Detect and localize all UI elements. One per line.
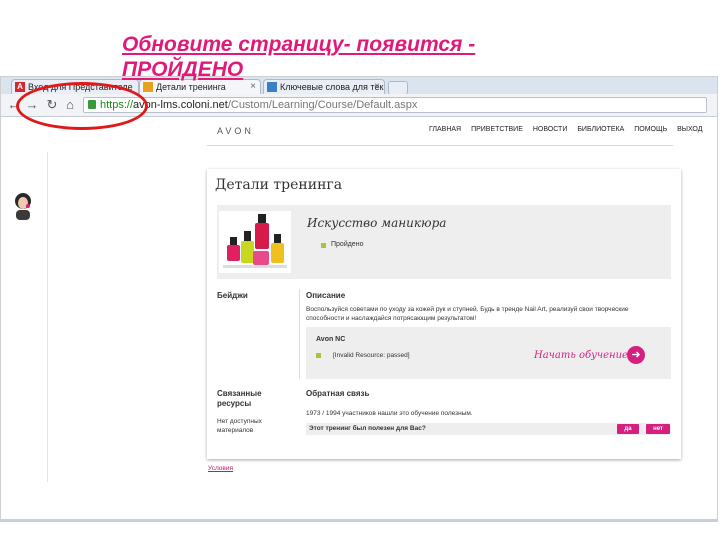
description-heading: Описание [306, 291, 346, 300]
nav-help[interactable]: ПОМОЩЬ [634, 126, 667, 133]
yes-button[interactable]: да [617, 424, 639, 434]
tab-label: Ключевые слова для тек [280, 82, 384, 92]
web-page: AVON ГЛАВНАЯ ПРИВЕТСТВИЕ НОВОСТИ БИБЛИОТ… [1, 117, 717, 519]
close-icon[interactable]: × [250, 80, 256, 94]
tab-label: Вход для Представителе [28, 82, 133, 92]
lock-icon [88, 100, 96, 109]
browser-screenshot: A Вход для Представителе Детали тренинга… [0, 76, 718, 522]
nail-polish-image [219, 211, 291, 273]
forward-arrow-icon[interactable]: → [23, 96, 41, 114]
arrow-right-circle-icon[interactable]: ➜ [627, 346, 645, 364]
url-host: avon-lms.coloni.net [133, 99, 228, 111]
module-title: Avon NC [316, 336, 346, 343]
course-title: Искусство маникюра [307, 216, 447, 230]
nav-home[interactable]: ГЛАВНАЯ [429, 126, 461, 133]
nav-welcome[interactable]: ПРИВЕТСТВИЕ [471, 126, 523, 133]
avon-logo: AVON [217, 126, 254, 136]
url-scheme: https:// [100, 99, 134, 111]
course-details-card: Детали тренинга Искусство маникюра Пройд… [207, 169, 681, 459]
annotation-title: Обновите страницу- появится - ПРОЙДЕНО [122, 33, 476, 81]
badges-heading: Бейджи [217, 291, 248, 300]
back-arrow-icon[interactable]: ← [5, 96, 23, 114]
course-summary-panel: Искусство маникюра Пройдено [217, 205, 671, 279]
related-resources-empty: Нет доступных материалов [217, 418, 262, 434]
status-dot-icon [321, 243, 326, 248]
new-tab-button[interactable] [388, 81, 408, 95]
top-navigation: ГЛАВНАЯ ПРИВЕТСТВИЕ НОВОСТИ БИБЛИОТЕКА П… [429, 126, 710, 133]
tab-login[interactable]: A Вход для Представителе [11, 79, 139, 94]
left-side-panel [1, 152, 48, 482]
page-title: Детали тренинга [215, 177, 343, 193]
avatar [15, 193, 31, 220]
no-button[interactable]: нет [646, 424, 670, 434]
address-bar[interactable]: https://avon-lms.coloni.net/Custom/Learn… [83, 97, 707, 113]
nav-news[interactable]: НОВОСТИ [533, 126, 568, 133]
url-path: /Custom/Learning/Course/Default.aspx [227, 99, 418, 111]
terms-link[interactable]: Условия [208, 465, 233, 472]
nav-logout[interactable]: ВЫХОД [677, 126, 702, 133]
feedback-stats: 1973 / 1994 участников нашли это обучени… [306, 410, 473, 417]
site-header: AVON ГЛАВНАЯ ПРИВЕТСТВИЕ НОВОСТИ БИБЛИОТ… [207, 117, 702, 146]
avon-favicon-icon: A [15, 82, 25, 92]
page-favicon-icon [143, 82, 153, 92]
feedback-heading: Обратная связь [306, 389, 370, 398]
related-resources-heading: Связанные ресурсы [217, 389, 262, 408]
close-icon[interactable]: × [374, 80, 380, 94]
feedback-question-bar: Этот тренинг был полезен для Вас? да нет [306, 423, 671, 435]
feedback-question: Этот тренинг был полезен для Вас? [309, 425, 426, 432]
column-divider [299, 289, 300, 379]
module-item: [Invalid Resource: passed] [333, 352, 410, 359]
home-icon[interactable]: ⌂ [61, 96, 79, 114]
reload-icon[interactable]: ↻ [43, 96, 61, 114]
description-text: Воспользуйся советами по уходу за кожей … [306, 306, 629, 322]
status-dot-icon [316, 353, 321, 358]
page-favicon-icon [267, 82, 277, 92]
module-panel: Avon NC [Invalid Resource: passed] Начат… [306, 327, 671, 379]
tab-label: Детали тренинга [156, 82, 226, 92]
browser-toolbar: ← → ↻ ⌂ https://avon-lms.coloni.net/Cust… [1, 94, 717, 117]
course-status: Пройдено [331, 241, 364, 248]
nav-library[interactable]: БИБЛИОТЕКА [577, 126, 624, 133]
start-training-link[interactable]: Начать обучение [534, 350, 628, 361]
